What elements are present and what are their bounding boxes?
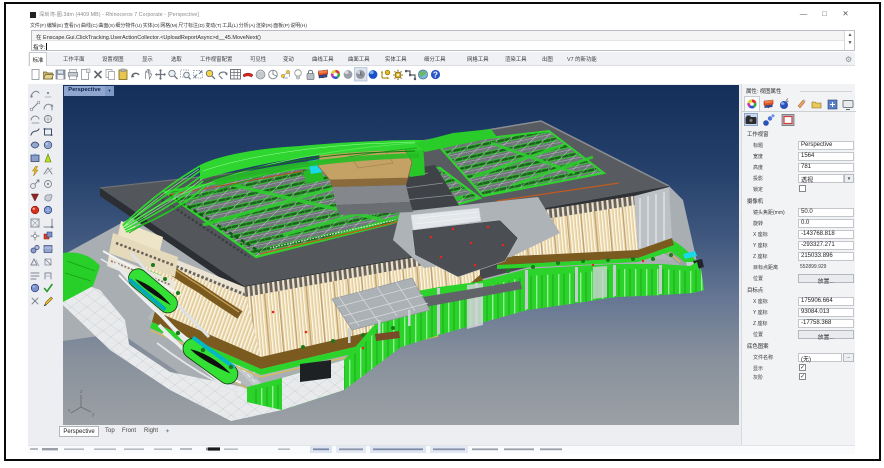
svg-text:?: ?: [433, 70, 438, 79]
